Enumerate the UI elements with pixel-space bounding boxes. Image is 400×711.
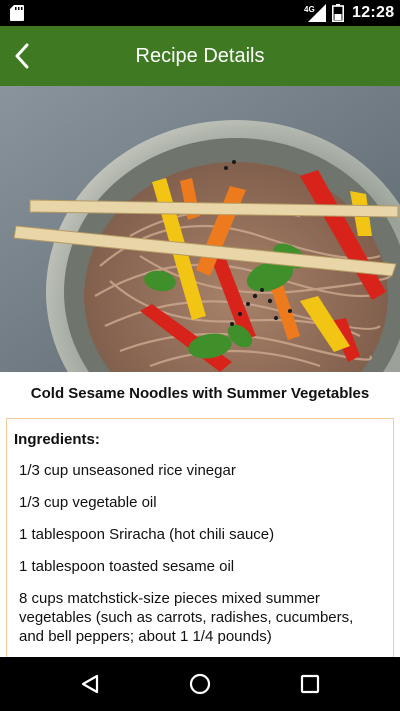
- back-triangle-icon: [81, 674, 99, 694]
- status-time: 12:28: [352, 4, 395, 21]
- back-button[interactable]: [4, 36, 40, 76]
- status-bar: 4G 12:28: [0, 0, 400, 26]
- chevron-left-icon: [15, 43, 29, 69]
- page-title: Recipe Details: [135, 45, 265, 67]
- sd-card-icon: [10, 5, 24, 21]
- ingredient-item: 1/3 cup unseasoned rice vinegar: [19, 462, 236, 479]
- recents-square-icon: [300, 674, 320, 694]
- home-circle-icon: [189, 673, 211, 695]
- ingredients-heading: Ingredients:: [14, 431, 100, 448]
- recipe-image: [0, 86, 400, 372]
- ingredient-item: 8 cups matchstick-size pieces mixed summ…: [19, 590, 354, 645]
- nav-back-button[interactable]: [74, 668, 106, 700]
- system-nav-bar: [0, 657, 400, 711]
- ingredients-card: Ingredients: 1/3 cup unseasoned rice vin…: [6, 418, 394, 679]
- ingredient-item: 1 tablespoon Sriracha (hot chili sauce): [19, 526, 275, 543]
- nav-home-button[interactable]: [184, 668, 216, 700]
- network-label: 4G: [304, 5, 315, 14]
- ingredient-item: 1/3 cup vegetable oil: [19, 494, 157, 511]
- app-bar: Recipe Details: [0, 26, 400, 86]
- noodle-bowl-illustration: [0, 86, 400, 372]
- recipe-title: Cold Sesame Noodles with Summer Vegetabl…: [30, 385, 370, 402]
- battery-icon: [332, 4, 344, 22]
- nav-recents-button[interactable]: [294, 668, 326, 700]
- ingredient-item: 1 tablespoon toasted sesame oil: [19, 558, 235, 575]
- signal-icon: 4G: [304, 4, 326, 22]
